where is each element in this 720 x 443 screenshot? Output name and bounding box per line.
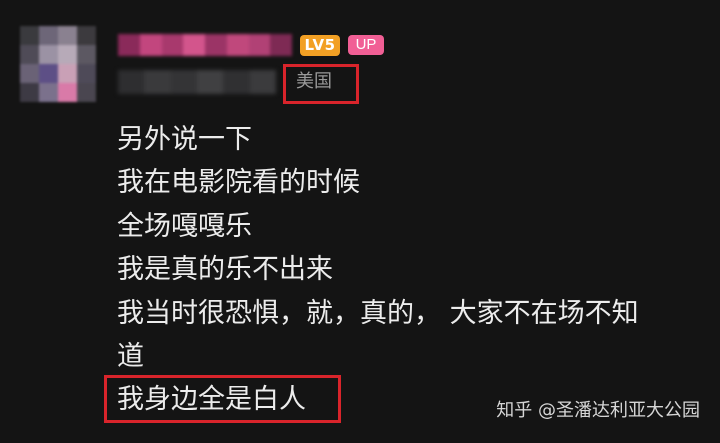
comment-line: 道 <box>117 341 144 373</box>
comment-line: 我是真的乐不出来 <box>117 254 333 286</box>
highlight-box <box>104 375 341 423</box>
comment-meta-blurred <box>118 70 276 94</box>
comment-line: 全场嘎嘎乐 <box>117 210 252 242</box>
up-badge: UP <box>348 35 384 55</box>
level-badge: LV5 <box>300 35 340 56</box>
watermark: 知乎 @圣潘达利亚大公园 <box>496 400 700 421</box>
username-blurred[interactable] <box>118 34 292 56</box>
comment-line: 另外说一下 <box>117 124 252 155</box>
comment-line: 我在电影院看的时候 <box>117 167 360 199</box>
ip-location: 美国 <box>296 71 332 92</box>
user-avatar[interactable] <box>20 26 96 102</box>
comment-line: 我当时很恐惧，就，真的， 大家不在场不知 <box>117 297 639 329</box>
